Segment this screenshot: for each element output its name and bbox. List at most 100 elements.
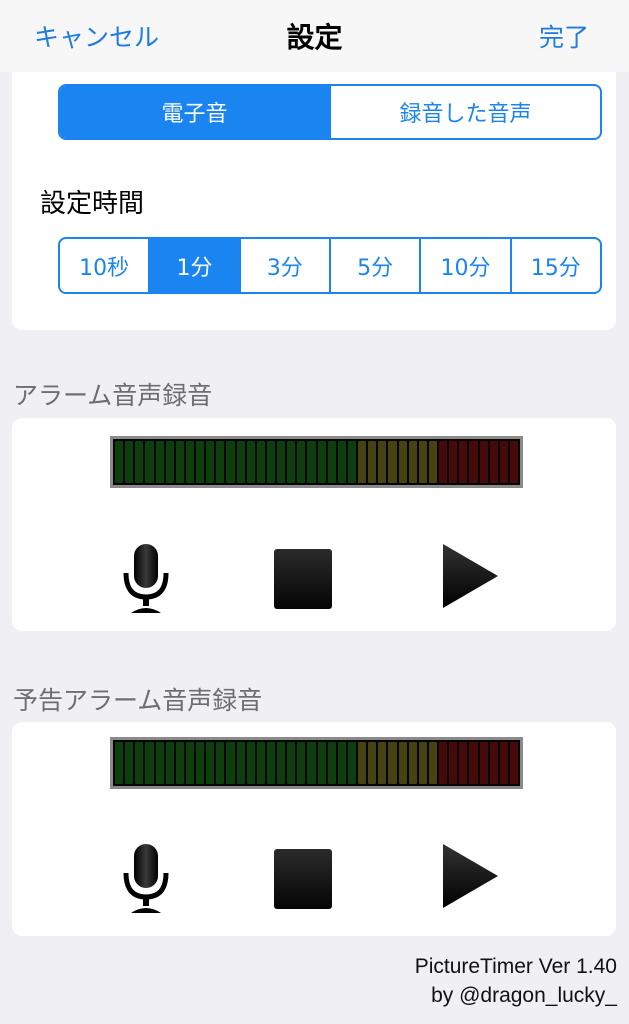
meter-segment xyxy=(347,742,356,784)
sound-type-recorded[interactable]: 録音した音声 xyxy=(329,86,600,138)
meter-segment xyxy=(439,441,448,483)
duration-option-10s[interactable]: 10秒 xyxy=(60,239,148,292)
done-button[interactable]: 完了 xyxy=(539,18,589,54)
meter-segment xyxy=(266,441,275,483)
meter-segment xyxy=(479,441,488,483)
meter-segment xyxy=(327,441,336,483)
meter-segment xyxy=(388,441,397,483)
credit-text: by @dragon_lucky_ xyxy=(431,984,617,1007)
meter-segment xyxy=(368,441,377,483)
meter-segment xyxy=(246,441,255,483)
meter-segment xyxy=(428,441,437,483)
meter-segment xyxy=(337,441,346,483)
meter-segment xyxy=(509,742,518,784)
meter-segment xyxy=(469,742,478,784)
meter-segment xyxy=(196,742,205,784)
meter-segment xyxy=(347,441,356,483)
meter-segment xyxy=(509,441,518,483)
meter-segment xyxy=(459,441,468,483)
duration-option-3m[interactable]: 3分 xyxy=(238,239,329,292)
meter-segment xyxy=(226,441,235,483)
meter-segment xyxy=(175,742,184,784)
meter-segment xyxy=(358,742,367,784)
meter-segment xyxy=(206,742,215,784)
meter-segment xyxy=(165,441,174,483)
meter-segment xyxy=(479,742,488,784)
meter-segment xyxy=(378,742,387,784)
meter-segment xyxy=(428,742,437,784)
meter-segment xyxy=(378,441,387,483)
duration-option-1m[interactable]: 1分 xyxy=(148,239,239,292)
meter-segment xyxy=(307,742,316,784)
meter-segment xyxy=(297,742,306,784)
alarm-level-meter xyxy=(110,436,523,488)
meter-segment xyxy=(185,441,194,483)
stop-icon[interactable] xyxy=(274,849,332,909)
meter-segment xyxy=(277,742,286,784)
meter-segment xyxy=(489,441,498,483)
sound-type-segmented-control[interactable]: 電子音 録音した音声 xyxy=(58,84,602,140)
duration-segmented-control[interactable]: 10秒 1分 3分 5分 10分 15分 xyxy=(58,237,602,294)
duration-option-5m[interactable]: 5分 xyxy=(328,239,419,292)
meter-segment xyxy=(115,742,124,784)
sound-type-electronic[interactable]: 電子音 xyxy=(60,86,329,138)
microphone-icon[interactable] xyxy=(121,843,171,915)
meter-segment xyxy=(206,441,215,483)
meter-segment xyxy=(327,742,336,784)
meter-segment xyxy=(408,742,417,784)
stop-icon[interactable] xyxy=(274,549,332,609)
meter-segment xyxy=(125,441,134,483)
meter-segment xyxy=(236,441,245,483)
meter-segment xyxy=(418,742,427,784)
meter-segment xyxy=(439,742,448,784)
meter-segment xyxy=(155,441,164,483)
meter-segment xyxy=(469,441,478,483)
meter-segment xyxy=(125,742,134,784)
meter-segment xyxy=(185,742,194,784)
microphone-icon[interactable] xyxy=(121,543,171,615)
meter-segment xyxy=(256,742,265,784)
meter-segment xyxy=(256,441,265,483)
meter-segment xyxy=(115,441,124,483)
meter-segment xyxy=(226,742,235,784)
meter-segment xyxy=(307,441,316,483)
meter-segment xyxy=(337,742,346,784)
meter-segment xyxy=(246,742,255,784)
meter-segment xyxy=(499,742,508,784)
meter-segment xyxy=(196,441,205,483)
page-title: 設定 xyxy=(286,21,343,54)
meter-segment xyxy=(287,441,296,483)
play-icon[interactable] xyxy=(441,843,499,909)
meter-segment xyxy=(287,742,296,784)
navigation-bar: キャンセル 設定 完了 xyxy=(0,0,629,72)
meter-segment xyxy=(165,742,174,784)
meter-segment xyxy=(216,441,225,483)
meter-segment xyxy=(175,441,184,483)
version-text: PictureTimer Ver 1.40 xyxy=(414,955,617,978)
meter-segment xyxy=(398,742,407,784)
meter-segment xyxy=(459,742,468,784)
meter-segment xyxy=(489,742,498,784)
meter-segment xyxy=(418,441,427,483)
meter-segment xyxy=(449,742,458,784)
meter-segment xyxy=(317,742,326,784)
duration-option-10m[interactable]: 10分 xyxy=(419,239,509,292)
meter-segment xyxy=(358,441,367,483)
meter-segment xyxy=(145,742,154,784)
meter-segment xyxy=(499,441,508,483)
meter-segment xyxy=(449,441,458,483)
meter-segment xyxy=(388,742,397,784)
play-icon[interactable] xyxy=(441,543,499,609)
meter-segment xyxy=(266,742,275,784)
meter-segment xyxy=(398,441,407,483)
meter-segment xyxy=(135,742,144,784)
alarm-recording-header: アラーム音声録音 xyxy=(13,381,213,410)
duration-option-15m[interactable]: 15分 xyxy=(509,239,600,292)
meter-segment xyxy=(277,441,286,483)
warning-level-meter xyxy=(110,737,523,789)
meter-segment xyxy=(368,742,377,784)
meter-segment xyxy=(236,742,245,784)
meter-segment xyxy=(135,441,144,483)
meter-segment xyxy=(155,742,164,784)
meter-segment xyxy=(317,441,326,483)
